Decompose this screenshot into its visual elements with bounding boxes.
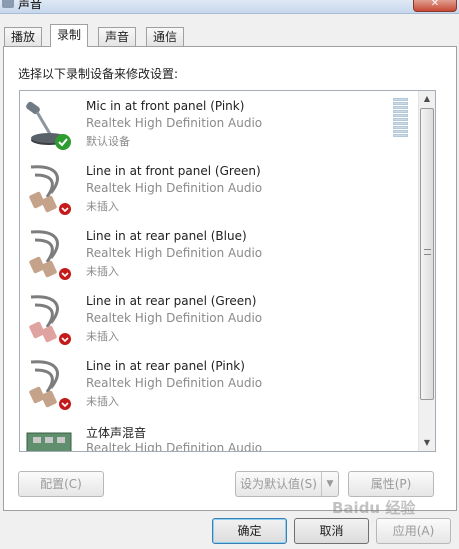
tab-label: 录制 bbox=[57, 28, 82, 42]
tab-recording[interactable]: 录制 bbox=[50, 24, 89, 47]
list-scrollbar[interactable]: ▲ ▼ bbox=[418, 91, 435, 451]
default-check-icon bbox=[55, 134, 71, 150]
unplugged-icon bbox=[59, 268, 71, 280]
device-status: 未插入 bbox=[86, 265, 119, 278]
unplugged-icon bbox=[59, 203, 71, 215]
tab-label: 播放 bbox=[11, 30, 36, 44]
level-meter bbox=[393, 98, 408, 140]
device-name: Mic in at front panel (Pink) bbox=[86, 99, 245, 113]
device-item[interactable]: Line in at rear panel (Pink) Realtek Hig… bbox=[20, 351, 415, 416]
device-name: Line in at rear panel (Green) bbox=[86, 294, 257, 308]
tab-communications[interactable]: 通信 bbox=[146, 27, 185, 46]
device-status: 未插入 bbox=[86, 200, 119, 213]
properties-button[interactable]: 属性(P) bbox=[348, 471, 434, 497]
device-name: Line in at rear panel (Blue) bbox=[86, 229, 247, 243]
rca-cable-icon bbox=[29, 360, 71, 410]
device-name: 立体声混音 bbox=[86, 426, 147, 440]
arrow-up-icon: ▲ bbox=[423, 94, 431, 103]
watermark: Baidu 经验 bbox=[332, 499, 416, 517]
device-status: 未插入 bbox=[86, 330, 119, 343]
unplugged-icon bbox=[59, 333, 71, 345]
tab-sounds[interactable]: 声音 bbox=[98, 27, 137, 46]
unplugged-icon bbox=[59, 398, 71, 410]
device-item[interactable]: Mic in at front panel (Pink) Realtek Hig… bbox=[20, 91, 415, 156]
device-driver: Realtek High Definition Audio bbox=[86, 311, 263, 325]
device-name: Line in at rear panel (Pink) bbox=[86, 359, 245, 373]
device-driver: Realtek High Definition Audio bbox=[86, 181, 263, 195]
device-status: 默认设备 bbox=[86, 135, 130, 148]
ok-button[interactable]: 确定 bbox=[212, 518, 287, 544]
device-name: Line in at front panel (Green) bbox=[86, 164, 261, 178]
close-button[interactable]: ✕ bbox=[413, 0, 457, 12]
scroll-down-button[interactable]: ▼ bbox=[419, 435, 435, 451]
close-icon: ✕ bbox=[430, 0, 440, 9]
title-bar: 声音 ✕ bbox=[0, 0, 459, 14]
dropdown-arrow-icon[interactable]: ▼ bbox=[321, 472, 338, 496]
tab-label: 通信 bbox=[153, 30, 178, 44]
microphone-icon bbox=[26, 101, 71, 150]
speaker-app-icon bbox=[2, 0, 14, 8]
device-driver: Realtek High Definition Audio bbox=[86, 376, 263, 390]
recording-device-list[interactable]: Mic in at front panel (Pink) Realtek Hig… bbox=[19, 90, 436, 452]
recording-tab-panel: 选择以下录制设备来修改设置: Mic in at front panel (Pi… bbox=[3, 46, 457, 511]
grip-icon bbox=[424, 249, 431, 255]
sound-card-icon bbox=[26, 432, 72, 451]
device-status: 未插入 bbox=[86, 395, 119, 408]
tab-playback[interactable]: 播放 bbox=[4, 27, 43, 46]
instruction-text: 选择以下录制设备来修改设置: bbox=[18, 67, 179, 81]
rca-cable-icon bbox=[29, 295, 71, 345]
rca-cable-icon bbox=[29, 230, 71, 280]
device-item[interactable]: Line in at rear panel (Blue) Realtek Hig… bbox=[20, 221, 415, 286]
device-driver: Realtek High Definition Audio bbox=[86, 116, 263, 130]
window-title: 声音 bbox=[18, 0, 43, 11]
rca-cable-icon bbox=[29, 165, 71, 215]
scroll-up-button[interactable]: ▲ bbox=[419, 91, 435, 107]
device-item[interactable]: Line in at front panel (Green) Realtek H… bbox=[20, 156, 415, 221]
set-default-label: 设为默认值(S) bbox=[240, 477, 317, 491]
device-item[interactable]: Line in at rear panel (Green) Realtek Hi… bbox=[20, 286, 415, 351]
scroll-thumb[interactable] bbox=[420, 108, 434, 400]
arrow-down-icon: ▼ bbox=[423, 438, 431, 447]
device-item[interactable]: 立体声混音 Realtek High Definition Audio bbox=[20, 416, 415, 452]
configure-button[interactable]: 配置(C) bbox=[18, 471, 104, 497]
device-driver: Realtek High Definition Audio bbox=[86, 441, 263, 452]
set-default-button[interactable]: 设为默认值(S) ▼ bbox=[235, 471, 339, 497]
device-driver: Realtek High Definition Audio bbox=[86, 246, 263, 260]
tab-label: 声音 bbox=[105, 30, 130, 44]
